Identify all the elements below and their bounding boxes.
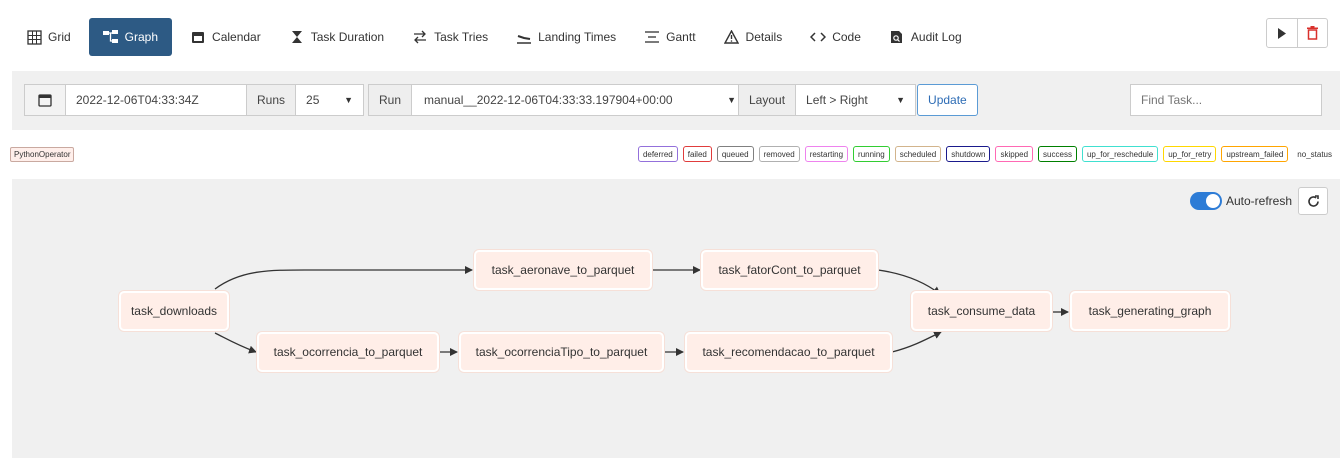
chevron-down-icon: ▼ <box>896 95 906 105</box>
layout-select-value: Left > Right <box>806 93 868 107</box>
state-shutdown[interactable]: shutdown <box>946 146 991 162</box>
dag-view-nav: Grid Graph Calendar Task Duration Task T… <box>12 18 976 56</box>
state-queued[interactable]: queued <box>716 146 754 162</box>
layout-select[interactable]: Left > Right ▼ <box>796 84 917 116</box>
landing-icon <box>516 29 532 45</box>
hourglass-icon <box>289 29 305 45</box>
edge <box>214 332 257 354</box>
tries-icon <box>412 29 428 45</box>
calendar-icon <box>190 29 206 45</box>
chevron-down-icon: ▼ <box>727 95 737 105</box>
nav-audit-log[interactable]: Audit Log <box>875 18 976 56</box>
runs-label: Runs <box>246 84 297 116</box>
dag-actions <box>1266 18 1328 48</box>
chevron-down-icon: ▼ <box>344 95 354 105</box>
nav-task-duration-label: Task Duration <box>310 30 385 44</box>
update-button[interactable]: Update <box>917 84 978 116</box>
nav-grid[interactable]: Grid <box>12 18 85 56</box>
code-icon <box>810 29 827 45</box>
grid-icon <box>26 29 42 45</box>
trash-icon <box>1307 26 1318 40</box>
execution-date-input[interactable]: 2022-12-06T04:33:34Z <box>66 84 248 116</box>
nav-details-label: Details <box>745 30 783 44</box>
task-node[interactable]: task_downloads <box>119 291 229 331</box>
state-success[interactable]: success <box>1038 146 1077 162</box>
delete-dag-button[interactable] <box>1297 19 1327 47</box>
edge <box>214 266 473 290</box>
graph-icon <box>102 29 119 45</box>
state-restarting[interactable]: restarting <box>804 146 849 162</box>
edge <box>891 331 942 353</box>
state-running[interactable]: running <box>853 146 890 162</box>
state-upstream-failed[interactable]: upstream_failed <box>1221 146 1289 162</box>
audit-icon <box>889 29 905 45</box>
nav-audit-log-label: Audit Log <box>910 30 962 44</box>
nav-gantt[interactable]: Gantt <box>630 18 709 56</box>
nav-graph-label: Graph <box>124 30 159 44</box>
nav-details[interactable]: Details <box>710 18 797 56</box>
runs-select-value: 25 <box>306 93 320 107</box>
runs-select[interactable]: 25 ▼ <box>296 84 365 116</box>
state-skipped[interactable]: skipped <box>995 146 1034 162</box>
state-up-for-reschedule[interactable]: up_for_reschedule <box>1081 146 1159 162</box>
task-node[interactable]: task_fatorCont_to_parquet <box>701 250 878 290</box>
gantt-icon <box>644 29 660 45</box>
nav-calendar-label: Calendar <box>212 30 261 44</box>
state-legend: deferred failed queued removed restarting run… <box>637 145 1336 163</box>
filter-bar: 2022-12-06T04:33:34Z Runs 25 ▼ Run manua… <box>12 71 1340 130</box>
nav-gantt-label: Gantt <box>666 30 696 44</box>
graph-canvas[interactable]: Auto-refresh task_downloads task_aeronav… <box>12 179 1340 458</box>
task-node[interactable]: task_consume_data <box>911 291 1052 331</box>
date-picker-button[interactable] <box>24 84 66 116</box>
nav-graph[interactable]: Graph <box>88 18 173 56</box>
task-node[interactable]: task_recomendacao_to_parquet <box>685 332 892 372</box>
nav-calendar[interactable]: Calendar <box>176 18 275 56</box>
state-removed[interactable]: removed <box>758 146 800 162</box>
run-select[interactable]: manual__2022-12-06T04:33:33.197904+00:00… <box>412 84 748 116</box>
nav-task-tries-label: Task Tries <box>434 30 489 44</box>
task-node[interactable]: task_aeronave_to_parquet <box>474 250 652 290</box>
nav-landing-times-label: Landing Times <box>538 30 617 44</box>
task-node[interactable]: task_ocorrenciaTipo_to_parquet <box>459 332 664 372</box>
state-failed[interactable]: failed <box>682 146 712 162</box>
nav-code[interactable]: Code <box>796 18 875 56</box>
nav-task-duration[interactable]: Task Duration <box>275 18 398 56</box>
nav-code-label: Code <box>832 30 861 44</box>
task-node[interactable]: task_ocorrencia_to_parquet <box>257 332 439 372</box>
nav-task-tries[interactable]: Task Tries <box>398 18 502 56</box>
task-node[interactable]: task_generating_graph <box>1070 291 1230 331</box>
state-up-for-retry[interactable]: up_for_retry <box>1163 146 1217 162</box>
nav-grid-label: Grid <box>48 30 71 44</box>
run-select-value: manual__2022-12-06T04:33:33.197904+00:00 <box>424 93 673 107</box>
nav-landing-times[interactable]: Landing Times <box>502 18 630 56</box>
state-no-status[interactable]: no_status <box>1293 146 1336 162</box>
run-label: Run <box>368 84 413 116</box>
play-icon <box>1278 27 1286 39</box>
state-deferred[interactable]: deferred <box>637 146 678 162</box>
calendar-icon <box>38 94 52 107</box>
warning-icon <box>724 29 740 45</box>
find-task-input[interactable] <box>1130 84 1322 116</box>
operator-tag: PythonOperator <box>10 147 75 162</box>
trigger-dag-button[interactable] <box>1267 19 1297 47</box>
state-scheduled[interactable]: scheduled <box>894 146 942 162</box>
layout-label: Layout <box>738 84 797 116</box>
